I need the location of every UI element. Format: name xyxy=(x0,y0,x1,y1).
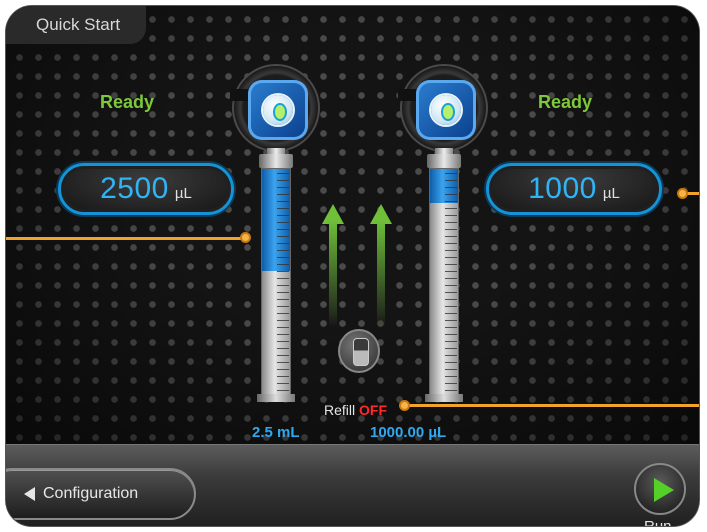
refill-pointer-line xyxy=(406,404,699,407)
page-title: Quick Start xyxy=(6,6,146,44)
left-status-label: Ready xyxy=(100,92,155,112)
configuration-label: Configuration xyxy=(43,485,139,502)
left-syringe-knob-icon xyxy=(263,95,293,125)
right-syringe-size: 1000.00 µL xyxy=(370,424,447,441)
left-pointer-line xyxy=(6,237,242,240)
right-syringe-knob-icon xyxy=(431,95,461,125)
left-syringe-barrel xyxy=(261,168,291,396)
bottom-toolbar: Configuration Run xyxy=(6,444,699,526)
right-volume-field[interactable]: 1000 µL xyxy=(486,163,662,215)
up-arrow-icon xyxy=(322,204,344,334)
left-volume-unit: µL xyxy=(174,184,192,202)
refill-label: Refill xyxy=(324,402,356,418)
left-volume-value: 2500 xyxy=(100,172,169,205)
left-syringe-ring xyxy=(230,64,320,152)
right-syringe-barrel xyxy=(429,168,459,396)
right-syringe-head xyxy=(416,80,476,140)
left-syringe-size: 2.5 mL xyxy=(252,424,300,441)
back-arrow-icon xyxy=(24,487,35,501)
dotted-panel xyxy=(6,6,699,444)
right-pointer-dot xyxy=(677,188,688,199)
up-arrow-icon xyxy=(370,204,392,334)
refill-bottle-icon[interactable] xyxy=(338,329,380,373)
left-volume-field[interactable]: 2500 µL xyxy=(58,163,234,215)
right-volume-value: 1000 xyxy=(528,172,597,205)
right-syringe[interactable] xyxy=(398,64,494,404)
app-frame: Quick Start Ready 2500 µL 2.5 mL Refill … xyxy=(6,6,699,526)
refill-state: OFF xyxy=(359,402,388,418)
refill-status[interactable]: Refill OFF xyxy=(324,402,387,418)
run-label: Run xyxy=(644,518,672,526)
run-button[interactable] xyxy=(634,463,686,515)
right-status-label: Ready xyxy=(538,92,593,112)
left-pointer-dot xyxy=(240,232,251,243)
right-volume-unit: µL xyxy=(602,184,620,202)
right-syringe-ring xyxy=(398,64,488,152)
configuration-button[interactable]: Configuration xyxy=(6,468,196,520)
left-syringe-head xyxy=(248,80,308,140)
refill-pointer-dot xyxy=(399,400,410,411)
